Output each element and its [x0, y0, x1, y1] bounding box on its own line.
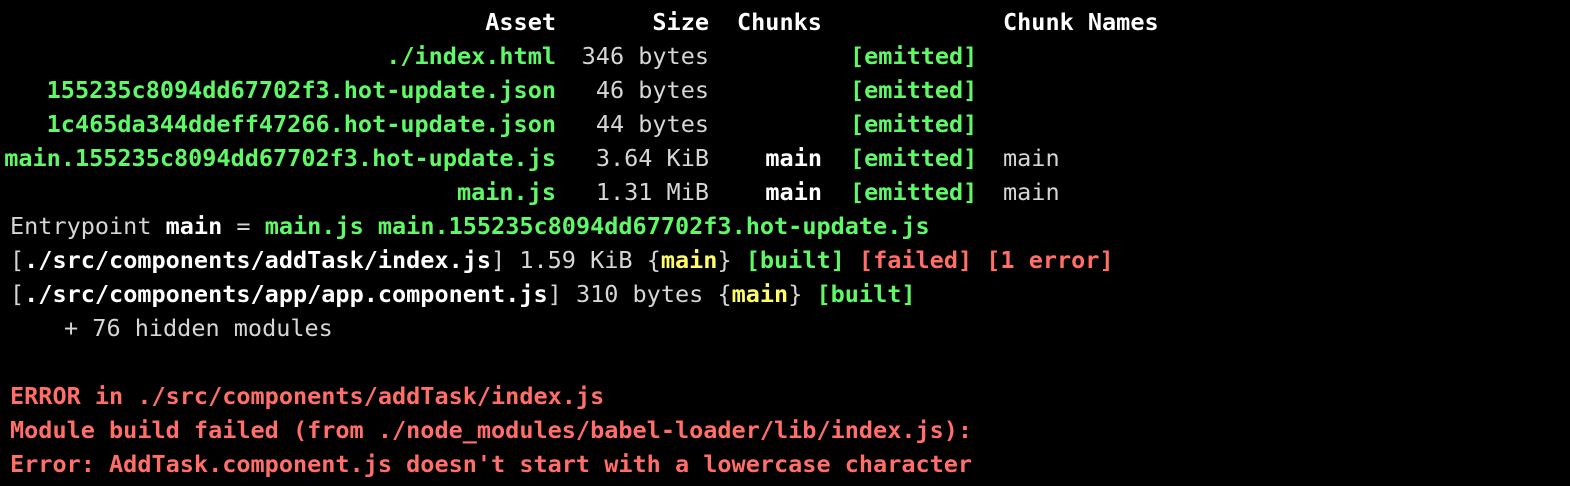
module-brace-open: {	[646, 246, 661, 274]
header-chunk-names: Chunk Names	[1003, 8, 1159, 36]
emitted-flag: [emitted]	[850, 76, 978, 104]
module-bracket-open: [	[10, 246, 25, 274]
asset-row: main.155235c8094dd67702f3.hot-update.js …	[0, 141, 1570, 175]
header-chunks: Chunks	[737, 8, 822, 36]
asset-table-header: Asset Size Chunks Chunk Names	[0, 5, 1570, 39]
asset-size: 46 bytes	[595, 76, 709, 104]
module-brace-close: }	[717, 246, 732, 274]
asset-chunks: main	[765, 178, 822, 206]
asset-row: main.js 1.31 MiB main [emitted] main	[0, 175, 1570, 209]
asset-row: 1c465da344ddeff47266.hot-update.json 44 …	[0, 107, 1570, 141]
entrypoint-line: Entrypoint main = main.js main.155235c80…	[0, 209, 1570, 243]
error-message: Error: AddTask.component.js doesn't star…	[10, 450, 973, 478]
header-size: Size	[652, 8, 709, 36]
module-path: ./src/components/addTask/index.js	[24, 246, 492, 274]
terminal-output: Asset Size Chunks Chunk Names ./index.ht…	[0, 5, 1570, 481]
entrypoint-files: main.js main.155235c8094dd67702f3.hot-up…	[264, 212, 930, 240]
module-path: ./src/components/app/app.component.js	[24, 280, 548, 308]
module-brace-open: {	[717, 280, 732, 308]
entrypoint-equals: =	[222, 212, 265, 240]
asset-row: ./index.html 346 bytes [emitted]	[0, 39, 1570, 73]
module-brace-close: }	[788, 280, 803, 308]
emitted-flag: [emitted]	[850, 144, 978, 172]
module-error-count: [1 error]	[972, 246, 1114, 274]
module-chunk: main	[660, 246, 718, 274]
asset-name: main.js	[456, 178, 556, 206]
module-line: [./src/components/addTask/index.js] 1.59…	[0, 243, 1570, 277]
asset-size: 1.31 MiB	[595, 178, 709, 206]
asset-size: 346 bytes	[581, 42, 709, 70]
module-line: [./src/components/app/app.component.js] …	[0, 277, 1570, 311]
module-built-flag: [built]	[731, 246, 845, 274]
module-bracket-close: ]	[547, 280, 562, 308]
module-failed-flag: [failed]	[844, 246, 973, 274]
asset-size: 44 bytes	[595, 110, 709, 138]
module-built-flag: [built]	[802, 280, 916, 308]
emitted-flag: [emitted]	[850, 178, 978, 206]
hidden-modules-line: + 76 hidden modules	[64, 314, 333, 342]
entrypoint-label: Entrypoint	[10, 212, 166, 240]
emitted-flag: [emitted]	[850, 110, 978, 138]
asset-chunk-name: main	[1003, 178, 1060, 206]
module-size: 310 bytes	[561, 280, 718, 308]
header-asset: Asset	[485, 8, 556, 36]
module-bracket-close: ]	[491, 246, 506, 274]
asset-chunk-name: main	[1003, 144, 1060, 172]
asset-size: 3.64 KiB	[595, 144, 709, 172]
module-chunk: main	[731, 280, 789, 308]
asset-name: ./index.html	[386, 42, 556, 70]
entrypoint-name: main	[165, 212, 223, 240]
emitted-flag: [emitted]	[850, 42, 978, 70]
asset-row: 155235c8094dd67702f3.hot-update.json 46 …	[0, 73, 1570, 107]
error-heading: ERROR in ./src/components/addTask/index.…	[10, 382, 605, 410]
error-detail: Module build failed (from ./node_modules…	[10, 416, 973, 444]
asset-name: main.155235c8094dd67702f3.hot-update.js	[4, 144, 556, 172]
asset-name: 155235c8094dd67702f3.hot-update.json	[46, 76, 556, 104]
module-size: 1.59 KiB	[505, 246, 647, 274]
asset-name: 1c465da344ddeff47266.hot-update.json	[46, 110, 556, 138]
asset-chunks: main	[765, 144, 822, 172]
module-bracket-open: [	[10, 280, 25, 308]
